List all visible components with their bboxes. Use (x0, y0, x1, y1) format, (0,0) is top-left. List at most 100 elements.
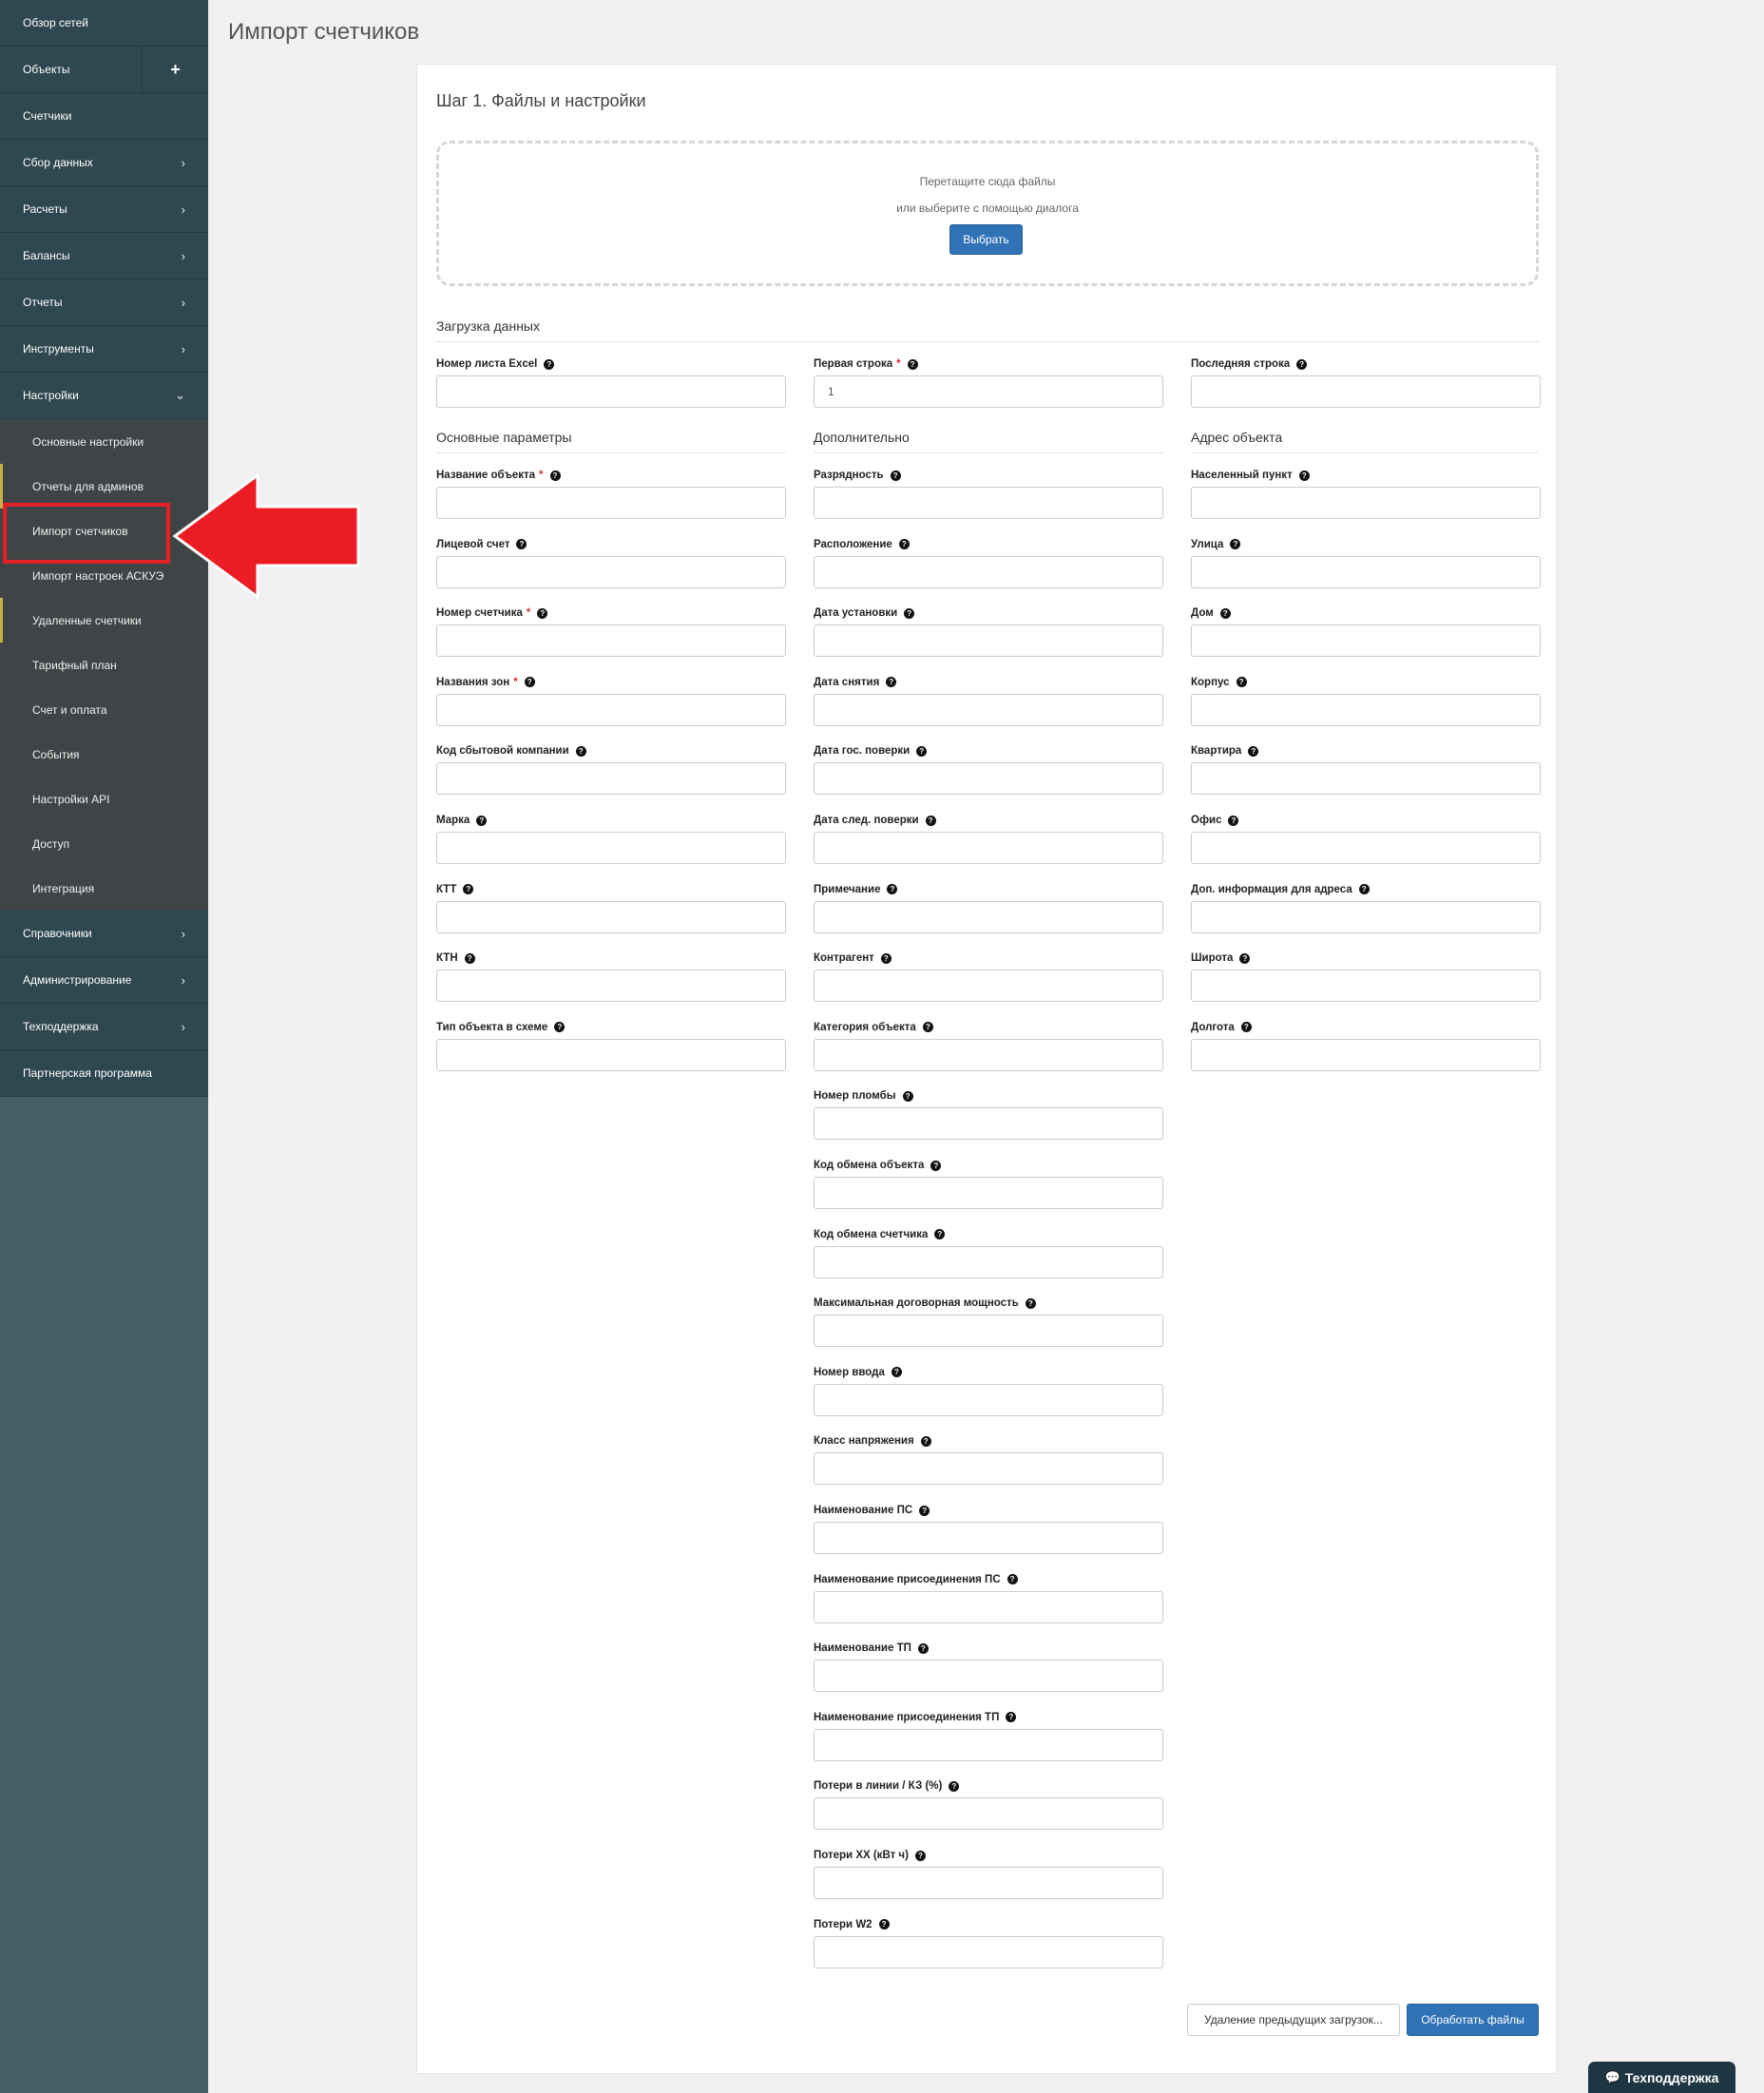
help-icon[interactable]: ? (914, 1850, 926, 1861)
field-input[interactable] (1191, 624, 1541, 658)
help-icon[interactable]: ? (898, 539, 910, 550)
choose-files-button[interactable]: Выбрать (949, 224, 1023, 255)
help-icon[interactable]: ? (904, 607, 915, 619)
file-dropzone[interactable]: Перетащите сюда файлы или выберите с пом… (436, 141, 1539, 286)
field-input[interactable] (436, 555, 786, 588)
help-icon[interactable]: ? (1228, 815, 1239, 826)
help-icon[interactable]: ? (1296, 358, 1308, 370)
help-icon[interactable]: ? (1219, 607, 1231, 619)
field-input[interactable] (814, 1245, 1163, 1278)
sidebar-item[interactable]: Настройки ⌄ (0, 373, 208, 419)
field-input[interactable] (436, 375, 786, 408)
sidebar-item[interactable]: Сбор данных › (0, 140, 208, 186)
sidebar-item[interactable]: Партнерская программа (0, 1050, 208, 1097)
help-icon[interactable]: ? (902, 1090, 913, 1102)
help-icon[interactable]: ? (878, 1919, 890, 1930)
field-input[interactable] (814, 1315, 1163, 1348)
field-input[interactable] (814, 762, 1163, 796)
field-input[interactable] (814, 487, 1163, 519)
field-input[interactable] (814, 555, 1163, 588)
help-icon[interactable]: ? (890, 470, 901, 481)
sidebar-item[interactable]: Отчеты › (0, 279, 208, 326)
submenu-item[interactable]: События (0, 732, 208, 777)
help-icon[interactable]: ? (1236, 677, 1247, 688)
submenu-item[interactable]: Счет и оплата (0, 687, 208, 732)
help-icon[interactable]: ? (919, 1505, 930, 1516)
field-input[interactable] (1191, 487, 1541, 519)
help-icon[interactable]: ? (922, 1022, 933, 1033)
help-icon[interactable]: ? (907, 358, 918, 370)
help-icon[interactable]: ? (1239, 952, 1251, 964)
submenu-item[interactable]: Тарифный план (0, 643, 208, 687)
field-input[interactable] (814, 1522, 1163, 1554)
field-input[interactable] (436, 487, 786, 519)
field-input[interactable] (814, 1452, 1163, 1486)
submenu-item[interactable]: Настройки API (0, 777, 208, 821)
field-input[interactable] (1191, 762, 1541, 796)
sidebar-item[interactable]: Балансы › (0, 233, 208, 279)
support-chat-button[interactable]: 💬 Техподдержка (1588, 2062, 1735, 2093)
field-input[interactable] (814, 832, 1163, 864)
help-icon[interactable]: ? (549, 470, 561, 481)
sidebar-item[interactable]: Счетчики (0, 93, 208, 140)
field-input[interactable] (1191, 900, 1541, 933)
help-icon[interactable]: ? (1025, 1297, 1036, 1309)
submenu-item[interactable]: Основные настройки (0, 419, 208, 464)
field-input[interactable] (814, 1177, 1163, 1209)
help-icon[interactable]: ? (464, 952, 475, 964)
sidebar-item[interactable]: Администрирование › (0, 957, 208, 1004)
help-icon[interactable]: ? (886, 677, 897, 688)
help-icon[interactable]: ? (575, 745, 586, 757)
field-input[interactable] (814, 1935, 1163, 1968)
field-input[interactable] (814, 900, 1163, 933)
field-input[interactable] (814, 1660, 1163, 1693)
field-input[interactable] (1191, 832, 1541, 864)
field-input[interactable] (436, 970, 786, 1003)
clear-previous-uploads-button[interactable]: Удаление предыдущих загрузок... (1187, 2004, 1400, 2036)
submenu-item[interactable]: Доступ (0, 821, 208, 866)
field-input[interactable] (814, 1590, 1163, 1623)
sidebar-item[interactable]: Объекты + (0, 47, 208, 93)
help-icon[interactable]: ? (1298, 470, 1310, 481)
field-input[interactable] (1191, 555, 1541, 588)
help-icon[interactable]: ? (537, 607, 548, 619)
help-icon[interactable]: ? (917, 1642, 929, 1654)
field-input[interactable] (1191, 693, 1541, 726)
help-icon[interactable]: ? (554, 1022, 566, 1033)
sidebar-item[interactable]: Инструменты › (0, 326, 208, 373)
process-files-button[interactable]: Обработать файлы (1407, 2004, 1539, 2036)
help-icon[interactable]: ? (925, 815, 936, 826)
field-input[interactable] (436, 624, 786, 658)
help-icon[interactable]: ? (1007, 1574, 1018, 1585)
help-icon[interactable]: ? (887, 884, 898, 895)
field-input[interactable] (436, 762, 786, 796)
help-icon[interactable]: ? (544, 358, 555, 370)
help-icon[interactable]: ? (891, 1367, 902, 1378)
help-icon[interactable]: ? (524, 677, 535, 688)
sidebar-item[interactable]: Обзор сетей (0, 0, 208, 47)
help-icon[interactable]: ? (1006, 1712, 1017, 1723)
help-icon[interactable]: ? (949, 1780, 960, 1792)
help-icon[interactable]: ? (516, 539, 527, 550)
field-input[interactable] (436, 693, 786, 726)
field-input[interactable] (814, 375, 1163, 408)
help-icon[interactable]: ? (1248, 745, 1259, 757)
field-input[interactable] (814, 1107, 1163, 1141)
help-icon[interactable]: ? (463, 884, 474, 895)
help-icon[interactable]: ? (920, 1435, 931, 1447)
help-icon[interactable]: ? (476, 815, 488, 826)
field-input[interactable] (814, 1797, 1163, 1831)
sidebar-item[interactable]: Справочники › (0, 911, 208, 957)
field-input[interactable] (814, 1867, 1163, 1899)
field-input[interactable] (436, 1038, 786, 1071)
field-input[interactable] (1191, 375, 1541, 408)
field-input[interactable] (814, 624, 1163, 658)
field-input[interactable] (814, 1038, 1163, 1071)
submenu-item[interactable]: Интеграция (0, 866, 208, 911)
field-input[interactable] (436, 900, 786, 933)
field-input[interactable] (1191, 1038, 1541, 1071)
field-input[interactable] (814, 693, 1163, 726)
help-icon[interactable]: ? (1358, 884, 1370, 895)
field-input[interactable] (1191, 970, 1541, 1003)
field-input[interactable] (814, 1728, 1163, 1761)
